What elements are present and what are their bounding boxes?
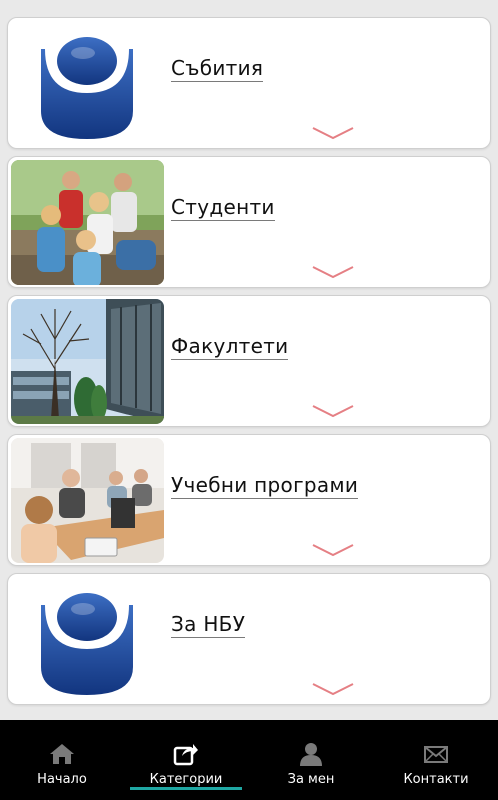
tab-contacts[interactable]: Контакти [374,720,498,800]
chevron-down-icon[interactable] [311,265,355,279]
category-title: Учебни програми [171,473,359,499]
tab-label: За мен [287,772,335,787]
active-tab-indicator [130,787,242,790]
tab-label: Категории [149,772,223,787]
chevron-down-icon[interactable] [311,404,355,418]
nbu-logo-image [11,577,164,702]
students-photo-image [11,160,164,285]
category-title: Студенти [171,195,275,221]
user-icon [300,743,322,766]
category-list: Събития Студенти Факултети Учебни програ… [0,0,498,720]
category-title: За НБУ [171,612,246,638]
bottom-tab-bar: Начало Категории За мен Контакти [0,720,498,800]
nbu-logo-image [11,21,164,146]
category-card-about-nbu[interactable]: За НБУ [7,573,491,705]
category-card-events[interactable]: Събития [7,17,491,149]
tab-label: Начало [37,772,87,787]
chevron-down-icon[interactable] [311,682,355,696]
envelope-icon [424,746,448,763]
category-title: Събития [171,56,264,82]
classroom-photo-image [11,438,164,563]
chevron-down-icon[interactable] [311,126,355,140]
category-card-faculties[interactable]: Факултети [7,295,491,427]
home-icon [50,744,74,764]
tab-categories[interactable]: Категории [124,720,248,800]
category-card-programs[interactable]: Учебни програми [7,434,491,566]
tab-home[interactable]: Начало [0,720,124,800]
tab-about-me[interactable]: За мен [249,720,373,800]
category-title: Факултети [171,334,289,360]
tab-label: Контакти [403,772,469,787]
campus-building-photo-image [11,299,164,424]
share-icon [173,744,198,766]
app-screen: Събития Студенти Факултети Учебни програ… [0,0,498,800]
category-card-students[interactable]: Студенти [7,156,491,288]
chevron-down-icon[interactable] [311,543,355,557]
